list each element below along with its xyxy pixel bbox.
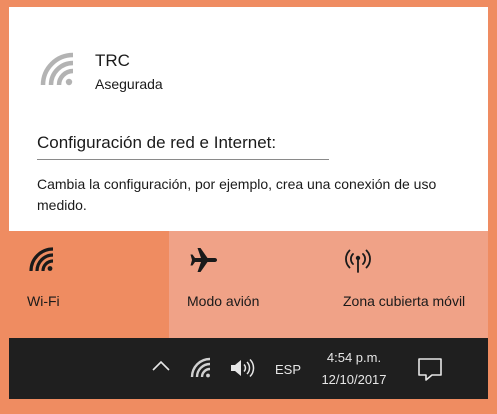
wifi-icon (29, 247, 54, 272)
quick-action-label: Wi-Fi (27, 293, 60, 309)
clock-time[interactable]: 4:54 p.m. (315, 350, 393, 365)
quick-actions: Wi-Fi Modo avión Zona cubierta móvil (9, 231, 488, 338)
network-flyout: TRC Asegurada Configuración de red e Int… (9, 7, 488, 338)
quick-action-airplane-mode[interactable]: Modo avión (169, 231, 329, 338)
clock-date[interactable]: 12/10/2017 (315, 372, 393, 387)
quick-action-mobile-hotspot[interactable]: Zona cubierta móvil (329, 231, 488, 338)
wifi-icon[interactable] (189, 356, 213, 380)
quick-action-label: Modo avión (187, 293, 260, 309)
quick-action-label: Zona cubierta móvil (343, 293, 466, 309)
volume-icon[interactable] (229, 357, 255, 379)
settings-description: Cambia la configuración, por ejemplo, cr… (37, 176, 437, 213)
mobile-hotspot-icon (345, 249, 371, 273)
network-name: TRC (95, 51, 130, 70)
wifi-icon (40, 52, 74, 86)
network-status: Asegurada (95, 76, 163, 92)
chevron-up-icon[interactable] (151, 358, 171, 374)
quick-action-wifi[interactable]: Wi-Fi (9, 231, 169, 338)
settings-link-underline (37, 159, 329, 160)
airplane-icon (190, 248, 217, 272)
network-item-trc[interactable]: TRC Asegurada (9, 7, 488, 127)
input-language-indicator[interactable]: ESP (275, 362, 301, 377)
network-settings-link[interactable]: Configuración de red e Internet: (37, 133, 276, 153)
action-center-icon[interactable] (417, 356, 443, 382)
taskbar: ESP 4:54 p.m. 12/10/2017 (9, 338, 488, 399)
